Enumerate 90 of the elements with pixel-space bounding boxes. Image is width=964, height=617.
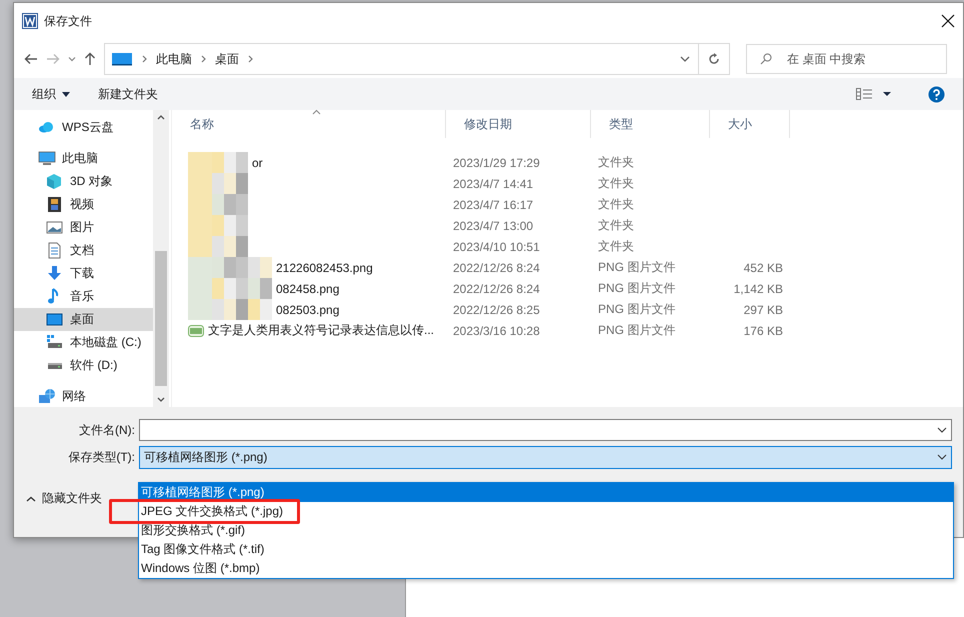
desktop-icon (46, 311, 64, 328)
table-cell-text: 2023/3/16 10:28 (452, 324, 541, 338)
table-cell-text: 2023/4/7 14:41 (452, 176, 534, 190)
refresh-icon[interactable] (707, 52, 721, 66)
column-header[interactable]: 类型 (591, 110, 710, 138)
chevron-down-icon[interactable] (937, 427, 947, 433)
window-title: 保存文件 (44, 12, 93, 30)
sidebar-item[interactable]: 桌面 (14, 308, 153, 331)
chevron-right-icon[interactable] (200, 54, 207, 64)
scroll-down-icon[interactable] (157, 397, 165, 403)
scroll-up-icon[interactable] (157, 114, 165, 120)
table-cell-text: 2023/4/7 16:17 (452, 198, 534, 212)
sidebar-item[interactable]: 视频 (14, 193, 153, 216)
drive-icon (46, 334, 64, 351)
table-cell-text: PNG 图片文件 (597, 301, 676, 318)
dropdown-option[interactable]: Tag 图像文件格式 (*.tif) (139, 540, 953, 559)
chevron-down-icon[interactable] (680, 56, 690, 62)
breadcrumb[interactable]: 桌面 (215, 50, 239, 68)
chevron-right-icon[interactable] (141, 54, 148, 64)
table-cell-text: PNG 图片文件 (597, 322, 676, 339)
monitor-icon (111, 51, 133, 67)
table-cell-text: 文件夹 (597, 196, 635, 213)
table-cell-text: PNG 图片文件 (597, 259, 676, 276)
table-cell-text: 2022/12/26 8:24 (452, 282, 541, 296)
table-cell-text: 2023/4/10 10:51 (452, 240, 541, 254)
table-cell-text: 文件夹 (597, 217, 635, 234)
field-label: 文件名(N): (78, 422, 136, 438)
new-folder-button[interactable]: 新建文件夹 (98, 86, 158, 102)
back-arrow-icon[interactable] (24, 53, 38, 65)
chevron-down-icon[interactable] (937, 454, 947, 460)
file-name[interactable]: 文字是人类用表义符号记录表达信息以传... (208, 322, 434, 339)
table-cell-text: 2023/1/29 17:29 (452, 156, 541, 170)
table-cell-text: 2022/12/26 8:24 (452, 260, 541, 274)
sidebar-item[interactable]: 音乐 (14, 285, 153, 308)
organize-menu[interactable]: 组织 (32, 86, 70, 102)
dropdown-option[interactable]: 图形交换格式 (*.gif) (139, 521, 953, 540)
file-type-dropdown[interactable]: 可移植网络图形 (*.png) (139, 446, 952, 468)
file-name[interactable]: 082458.png (276, 282, 340, 296)
help-icon[interactable] (928, 86, 945, 102)
table-cell: 452 KB (744, 260, 783, 274)
file-name-field[interactable] (139, 419, 952, 441)
sidebar-item[interactable]: 网络 (14, 385, 153, 407)
column-header[interactable]: 名称 (172, 110, 446, 138)
picture-icon (46, 219, 64, 236)
column-header[interactable]: 修改日期 (446, 110, 591, 138)
sort-caret-icon (312, 109, 321, 115)
sidebar-item[interactable]: 文档 (14, 239, 153, 262)
dropdown-option[interactable]: 可移植网络图形 (*.png) (139, 483, 953, 502)
table-cell-text: 文件夹 (597, 175, 635, 192)
sidebar-item[interactable]: 3D 对象 (14, 170, 153, 193)
png-file-icon (188, 322, 204, 338)
table-cell-text: 2023/4/7 13:00 (452, 218, 534, 232)
up-arrow-icon[interactable] (84, 52, 96, 66)
search-field[interactable]: 在 桌面 中搜索 (746, 44, 947, 74)
file-name[interactable]: or (252, 156, 263, 170)
word-app-icon (22, 13, 38, 29)
sidebar-item[interactable]: 本地磁盘 (C:) (14, 331, 153, 354)
table-cell-text: PNG 图片文件 (597, 280, 676, 297)
table-cell: 1,142 KB (734, 282, 783, 296)
table-cell: 297 KB (744, 302, 783, 316)
scrollbar[interactable] (153, 110, 169, 407)
dropdown-option[interactable]: Windows 位图 (*.bmp) (139, 559, 953, 578)
field-label: 保存类型(T): (67, 448, 136, 466)
chevron-right-icon[interactable] (247, 54, 254, 64)
sidebar-item[interactable]: WPS云盘 (14, 116, 153, 139)
file-name[interactable]: 082503.png (276, 302, 340, 316)
down-arrow-icon (46, 265, 64, 282)
table-cell: 176 KB (744, 324, 783, 338)
sidebar-item[interactable]: 软件 (D:) (14, 354, 153, 377)
drive-icon (48, 362, 62, 368)
column-header[interactable]: 大小 (710, 110, 790, 138)
sidebar-item[interactable]: 下载 (14, 262, 153, 285)
sidebar-item[interactable]: 图片 (14, 216, 153, 239)
address-bar[interactable]: 此电脑 桌面 (104, 43, 730, 75)
table-cell-text: 2022/12/26 8:25 (452, 302, 541, 316)
network-icon (38, 388, 56, 405)
film-icon (46, 196, 64, 213)
chevron-up-icon (26, 496, 36, 502)
table-cell-text: 文件夹 (597, 238, 635, 255)
hide-folders-button[interactable]: 隐藏文件夹 (26, 490, 102, 507)
search-icon (760, 53, 772, 65)
computer-icon (38, 150, 56, 167)
close-icon[interactable] (941, 14, 955, 28)
table-cell-text: 文件夹 (597, 154, 635, 171)
breadcrumb[interactable]: 此电脑 (156, 50, 192, 68)
view-options-icon[interactable] (856, 88, 892, 100)
caret-down-icon (62, 92, 70, 96)
cube-icon (46, 173, 64, 190)
sidebar-item[interactable]: 此电脑 (14, 147, 153, 170)
file-name[interactable]: 21226082453.png (276, 260, 373, 274)
